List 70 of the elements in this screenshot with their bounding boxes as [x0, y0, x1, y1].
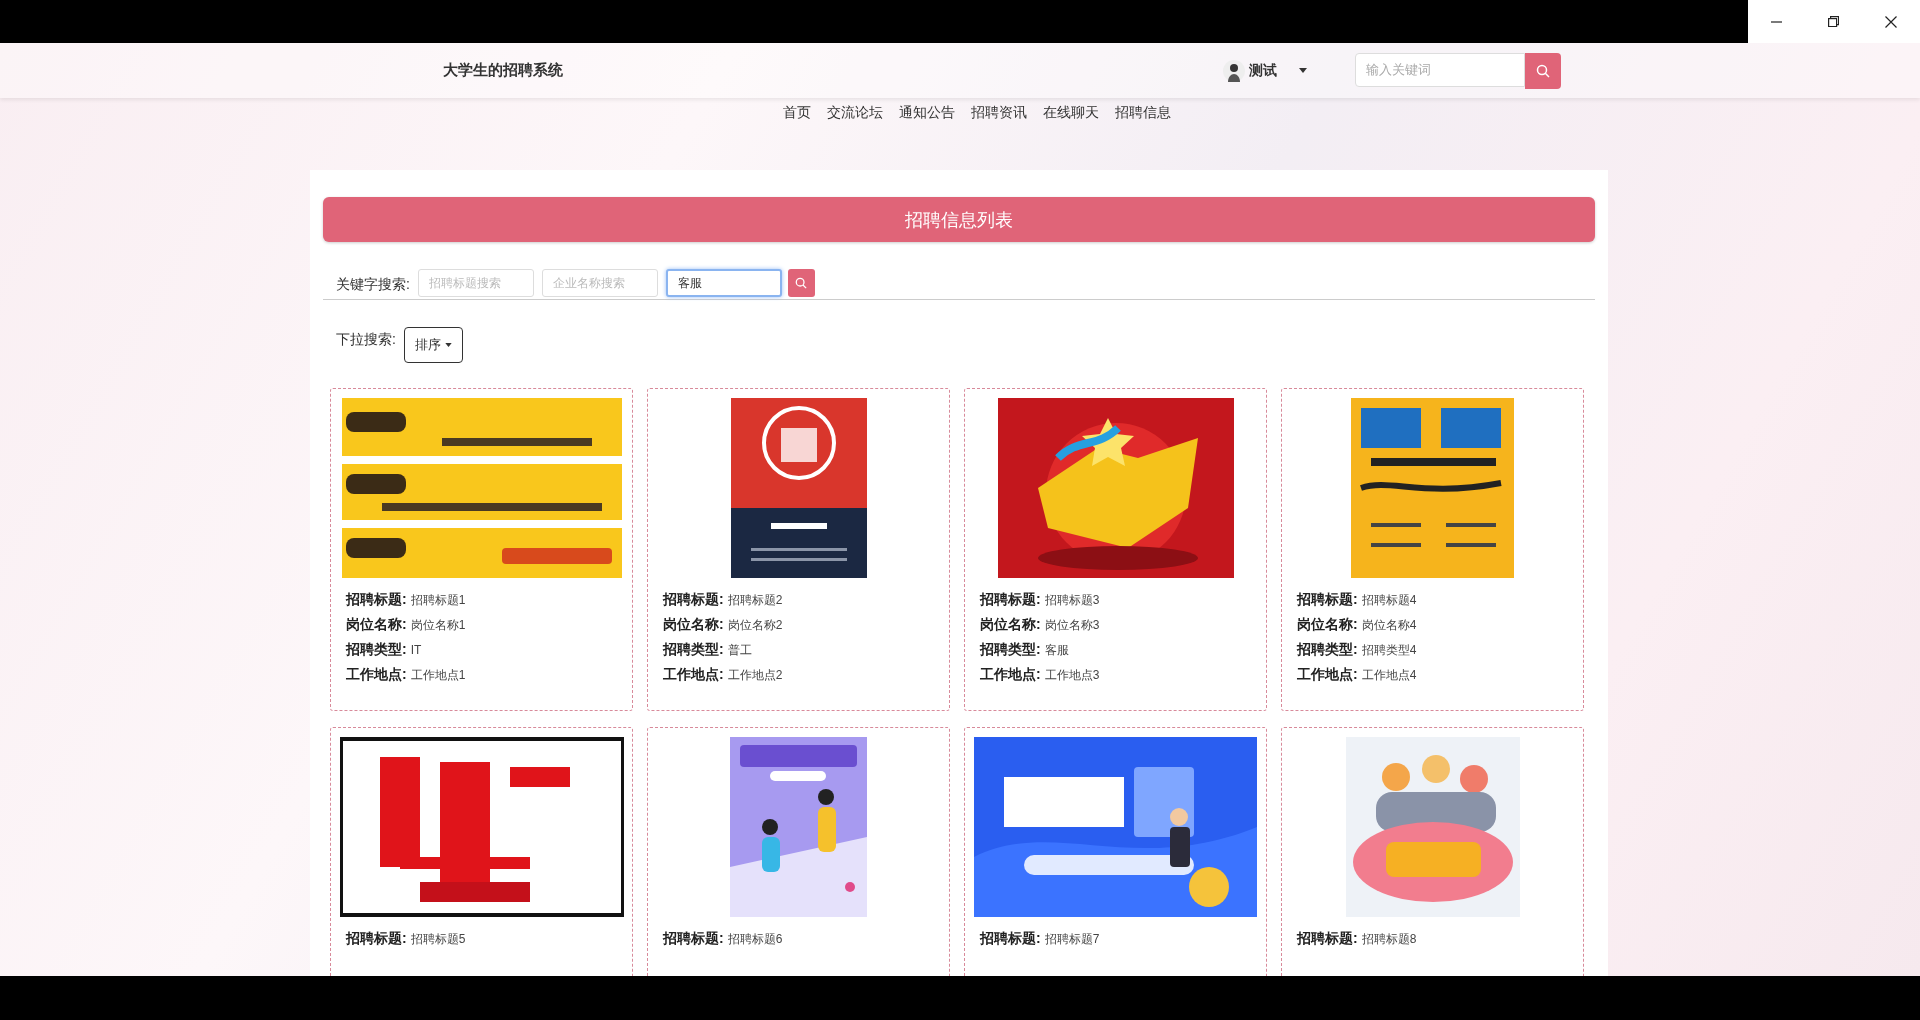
keyword-search-label: 关键字搜索: — [336, 275, 410, 294]
field-label: 招聘类型: — [346, 641, 407, 659]
field-value: 招聘标题4 — [1361, 592, 1417, 609]
search-field[interactable]: 客服 — [665, 269, 782, 297]
field-label: 招聘标题: — [346, 591, 407, 609]
field-value: 招聘标题2 — [727, 592, 783, 609]
field-value: 工作地点3 — [1044, 667, 1100, 684]
job-card[interactable]: 招聘标题: 招聘标题3 岗位名称: 岗位名称3 招聘类型: 客服 工作地点: 工作地点3 — [964, 388, 1267, 711]
field-label: 招聘类型: — [980, 641, 1041, 659]
job-card[interactable]: 招聘标题: 招聘标题1 岗位名称: 岗位名称1 招聘类型: IT 工作地点: 工作地点1 — [330, 388, 633, 711]
avatar-icon — [1223, 59, 1245, 82]
nav-link[interactable]: 招聘信息 — [1115, 103, 1171, 121]
caret-icon — [444, 343, 452, 347]
field-label: 工作地点: — [663, 666, 724, 684]
site-title: 大学生的招聘系统 — [443, 61, 564, 80]
field-label: 招聘标题: — [663, 591, 724, 609]
field-label: 招聘标题: — [1297, 930, 1358, 948]
field-value: 岗位名称4 — [1361, 617, 1417, 634]
field-value: 招聘类型4 — [1361, 642, 1417, 659]
field-label: 岗位名称: — [1297, 616, 1358, 634]
field-label: 工作地点: — [980, 666, 1041, 684]
panel-title: 招聘信息列表 — [323, 197, 1595, 242]
field-value: IT — [410, 643, 422, 657]
search-field[interactable]: 企业名称搜索 — [541, 269, 658, 297]
field-value: 岗位名称2 — [727, 617, 783, 634]
field-label: 岗位名称: — [663, 616, 724, 634]
field-label: 岗位名称: — [346, 616, 407, 634]
field-value: 招聘标题5 — [410, 931, 466, 948]
field-label: 招聘类型: — [663, 641, 724, 659]
field-value: 工作地点1 — [410, 667, 466, 684]
user-name[interactable]: 测试 — [1249, 61, 1277, 80]
caret-icon[interactable] — [1299, 68, 1307, 73]
close-icon — [1885, 15, 1898, 28]
search-button[interactable] — [1525, 52, 1561, 89]
field-label: 招聘标题: — [1297, 591, 1358, 609]
nav-link[interactable]: 在线聊天 — [1043, 103, 1099, 121]
nav-link[interactable]: 交流论坛 — [827, 103, 883, 121]
field-label: 工作地点: — [346, 666, 407, 684]
field-value: 招聘标题1 — [410, 592, 466, 609]
field-value: 招聘标题6 — [727, 931, 783, 948]
restore-icon — [1828, 16, 1840, 27]
search-button[interactable] — [787, 269, 815, 297]
field-label: 工作地点: — [1297, 666, 1358, 684]
field-value: 招聘标题7 — [1044, 931, 1100, 948]
dropdown-search-label: 下拉搜索: — [336, 331, 396, 347]
search-field[interactable]: 招聘标题搜索 — [417, 269, 534, 297]
field-value: 岗位名称1 — [410, 617, 466, 634]
field-label: 招聘标题: — [980, 591, 1041, 609]
job-card[interactable]: 招聘标题: 招聘标题4 岗位名称: 岗位名称4 招聘类型: 招聘类型4 工作地点: 工作地点4 — [1281, 388, 1584, 711]
sort-dropdown[interactable]: 排序 — [403, 327, 463, 363]
field-label: 招聘标题: — [346, 930, 407, 948]
search-field[interactable]: 输入关键词 — [1355, 52, 1525, 87]
field-label: 招聘标题: — [980, 930, 1041, 948]
minimize-icon — [1771, 20, 1783, 23]
field-value: 工作地点4 — [1361, 667, 1417, 684]
nav-link[interactable]: 招聘资讯 — [971, 103, 1027, 121]
field-value: 招聘标题3 — [1044, 592, 1100, 609]
nav-link[interactable]: 首页 — [783, 103, 811, 121]
field-value: 普工 — [727, 642, 752, 659]
field-value: 招聘标题8 — [1361, 931, 1417, 948]
field-value: 工作地点2 — [727, 667, 783, 684]
field-label: 招聘标题: — [663, 930, 724, 948]
field-value: 岗位名称3 — [1044, 617, 1100, 634]
field-value: 客服 — [1044, 642, 1069, 659]
nav-link[interactable]: 通知公告 — [899, 103, 955, 121]
search-icon — [1536, 63, 1550, 78]
search-icon — [795, 277, 808, 289]
job-card[interactable]: 招聘标题: 招聘标题2 岗位名称: 岗位名称2 招聘类型: 普工 工作地点: 工作地点2 — [647, 388, 950, 711]
field-label: 岗位名称: — [980, 616, 1041, 634]
field-label: 招聘类型: — [1297, 641, 1358, 659]
